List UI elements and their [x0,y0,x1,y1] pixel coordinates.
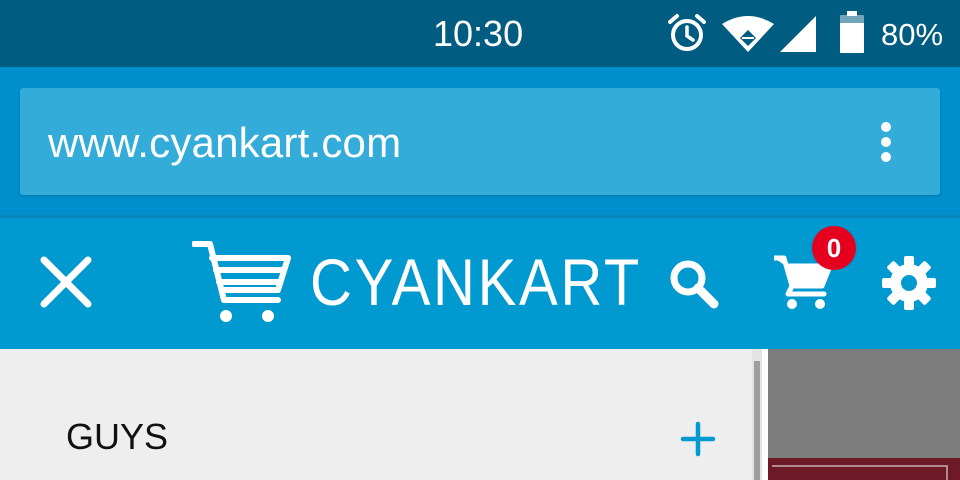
gear-icon[interactable] [880,254,938,312]
banner-border-edge [946,465,948,480]
cart-logo-icon [192,241,291,322]
alarm-icon [668,14,706,51]
page-content-behind [768,349,960,480]
wifi-icon [722,16,774,52]
status-time: 10:30 [433,13,524,54]
side-menu: GUYS [0,349,752,480]
brand-name: CYANKART [310,245,643,319]
search-icon[interactable] [666,256,722,312]
plus-icon[interactable] [680,421,716,457]
menu-item-guys[interactable]: GUYS [66,417,168,457]
status-bar: 10:30 80% [0,0,960,67]
menu-scrollbar[interactable] [752,349,762,480]
url-text[interactable]: www.cyankart.com [48,120,401,166]
banner-border [772,465,948,467]
close-icon[interactable] [36,252,96,312]
battery-percent: 80% [881,17,944,52]
overflow-menu-icon[interactable] [870,112,902,170]
url-bar[interactable]: www.cyankart.com [20,88,940,195]
cell-signal-icon [780,16,816,52]
scrollbar-thumb[interactable] [754,361,760,480]
cart-count-badge[interactable]: 0 [812,226,856,270]
page-banner [768,458,960,480]
browser-toolbar: www.cyankart.com [0,67,960,218]
app-screen: 10:30 80% www.cyankart.com CYANKART 0 GU… [0,0,960,480]
battery-icon [840,11,864,53]
brand-logo[interactable]: CYANKART [192,240,639,324]
